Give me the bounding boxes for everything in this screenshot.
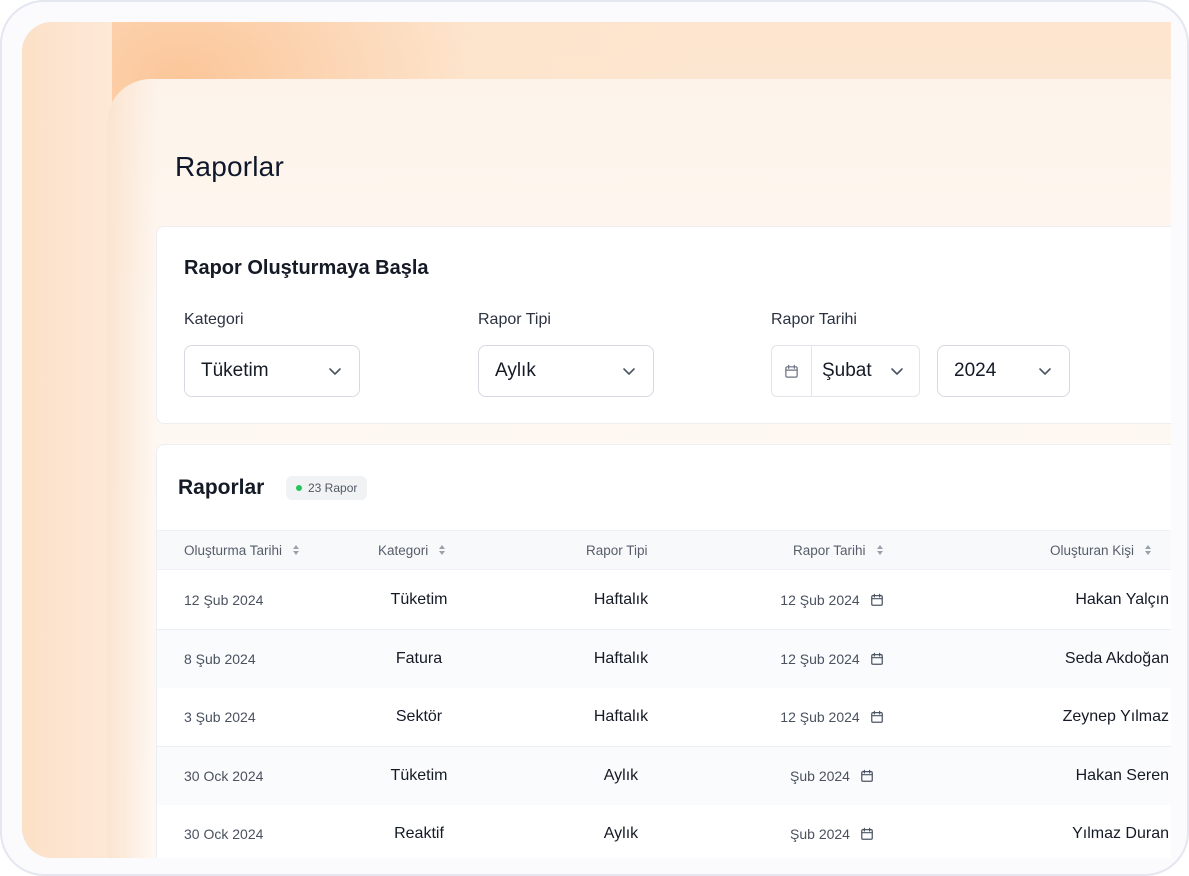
creator-cell: Hakan Seren <box>1075 766 1169 784</box>
column-header-category[interactable]: Kategori <box>378 531 446 569</box>
creator-cell: Yılmaz Duran <box>1072 825 1169 843</box>
report-date-cell: Şub 2024 <box>757 747 907 805</box>
column-header-label: Rapor Tarihi <box>793 542 866 558</box>
year-select-value: 2024 <box>954 360 997 381</box>
screen: Raporlar Rapor Oluşturmaya Başla Kategor… <box>22 22 1171 858</box>
table-row[interactable]: 8 Şub 2024 Fatura Haftalık 12 Şub 2024 S… <box>157 629 1171 689</box>
chevron-down-icon <box>891 368 903 375</box>
column-header-creator[interactable]: Oluşturan Kişi <box>1050 531 1152 569</box>
chevron-down-icon <box>623 368 635 375</box>
report-date-cell: 12 Şub 2024 <box>757 571 907 629</box>
report-date-text: Şub 2024 <box>790 826 850 843</box>
app-window: Raporlar Rapor Oluşturmaya Başla Kategor… <box>107 79 1171 858</box>
status-dot-icon <box>296 485 302 491</box>
report-count-text: 23 Rapor <box>308 481 358 495</box>
report-date-text: 12 Şub 2024 <box>780 650 860 667</box>
created-date-cell: 8 Şub 2024 <box>184 650 256 667</box>
column-header-label: Kategori <box>378 542 429 558</box>
report-type-label: Rapor Tipi <box>478 311 551 328</box>
calendar-icon <box>870 710 883 724</box>
report-builder-title: Rapor Oluşturmaya Başla <box>184 257 429 279</box>
report-type-cell: Aylık <box>603 825 639 843</box>
sort-icon <box>876 545 883 555</box>
table-row[interactable]: 30 Ock 2024 Tüketim Aylık Şub 2024 Hakan… <box>157 746 1171 806</box>
category-select[interactable]: Tüketim <box>184 345 360 397</box>
creator-cell: Hakan Yalçın <box>1075 591 1169 608</box>
report-type-select-value: Aylık <box>495 360 536 381</box>
report-month-picker: Şubat <box>771 345 920 397</box>
page-title: Raporlar <box>175 151 284 182</box>
report-builder-card: Rapor Oluşturmaya Başla Kategori Tüketim… <box>156 226 1171 424</box>
created-date-cell: 12 Şub 2024 <box>184 592 264 608</box>
sort-icon <box>439 545 446 555</box>
calendar-icon[interactable] <box>772 346 812 396</box>
report-date-cell: Şub 2024 <box>757 805 907 858</box>
created-date-cell: 30 Ock 2024 <box>184 767 264 784</box>
device-frame: Raporlar Rapor Oluşturmaya Başla Kategor… <box>0 0 1189 876</box>
category-label: Kategori <box>184 311 244 328</box>
creator-cell: Zeynep Yılmaz <box>1062 708 1169 726</box>
category-cell: Tüketim <box>390 766 448 784</box>
category-cell: Reaktif <box>394 825 444 843</box>
category-cell: Sektör <box>395 708 443 726</box>
report-date-text: Şub 2024 <box>790 767 850 784</box>
calendar-icon <box>861 828 873 841</box>
calendar-icon <box>861 769 873 782</box>
calendar-icon <box>870 593 883 606</box>
chevron-down-icon <box>1039 368 1051 375</box>
column-header-report-date[interactable]: Rapor Tarihi <box>793 531 884 569</box>
month-select-value: Şubat <box>822 360 872 381</box>
reports-table-title: Raporlar <box>178 476 265 499</box>
column-header-label: Oluşturma Tarihi <box>184 542 283 558</box>
year-select[interactable]: 2024 <box>937 345 1070 397</box>
sort-icon <box>293 545 300 555</box>
table-row[interactable]: 12 Şub 2024 Tüketim Haftalık 12 Şub 2024… <box>157 571 1171 630</box>
report-type-cell: Haftalık <box>593 708 649 726</box>
background-glow <box>22 22 112 858</box>
report-type-select[interactable]: Aylık <box>478 345 654 397</box>
table-row[interactable]: 30 Ock 2024 Reaktif Aylık Şub 2024 Yılma… <box>157 805 1171 858</box>
table-header: Oluşturma Tarihi Kategori Rapor Tipi Rap… <box>157 530 1171 570</box>
report-date-cell: 12 Şub 2024 <box>757 630 907 688</box>
created-date-cell: 30 Ock 2024 <box>184 826 264 843</box>
category-select-value: Tüketim <box>201 360 269 381</box>
creator-cell: Seda Akdoğan <box>1064 649 1169 667</box>
month-select[interactable]: Şubat <box>812 346 919 396</box>
calendar-icon <box>870 652 883 665</box>
report-date-text: 12 Şub 2024 <box>780 709 860 726</box>
category-cell: Tüketim <box>390 591 448 608</box>
reports-table-card: Raporlar 23 Rapor Oluşturma Tarihi Kateg… <box>156 444 1171 858</box>
report-type-cell: Haftalık <box>593 591 649 608</box>
table-row[interactable]: 3 Şub 2024 Sektör Haftalık 12 Şub 2024 Z… <box>157 688 1171 748</box>
category-cell: Fatura <box>395 649 443 667</box>
report-date-cell: 12 Şub 2024 <box>757 688 907 746</box>
report-date-label: Rapor Tarihi <box>771 311 857 328</box>
report-type-cell: Aylık <box>603 766 639 784</box>
created-date-cell: 3 Şub 2024 <box>184 709 256 726</box>
report-count-badge: 23 Rapor <box>286 476 368 500</box>
column-header-created[interactable]: Oluşturma Tarihi <box>184 531 300 569</box>
report-type-cell: Haftalık <box>593 649 649 667</box>
column-header-label: Rapor Tipi <box>586 542 648 558</box>
sort-icon <box>1145 545 1152 555</box>
column-header-label: Oluşturan Kişi <box>1050 542 1135 558</box>
report-date-text: 12 Şub 2024 <box>780 592 860 608</box>
chevron-down-icon <box>329 368 341 375</box>
column-header-type[interactable]: Rapor Tipi <box>586 531 648 569</box>
